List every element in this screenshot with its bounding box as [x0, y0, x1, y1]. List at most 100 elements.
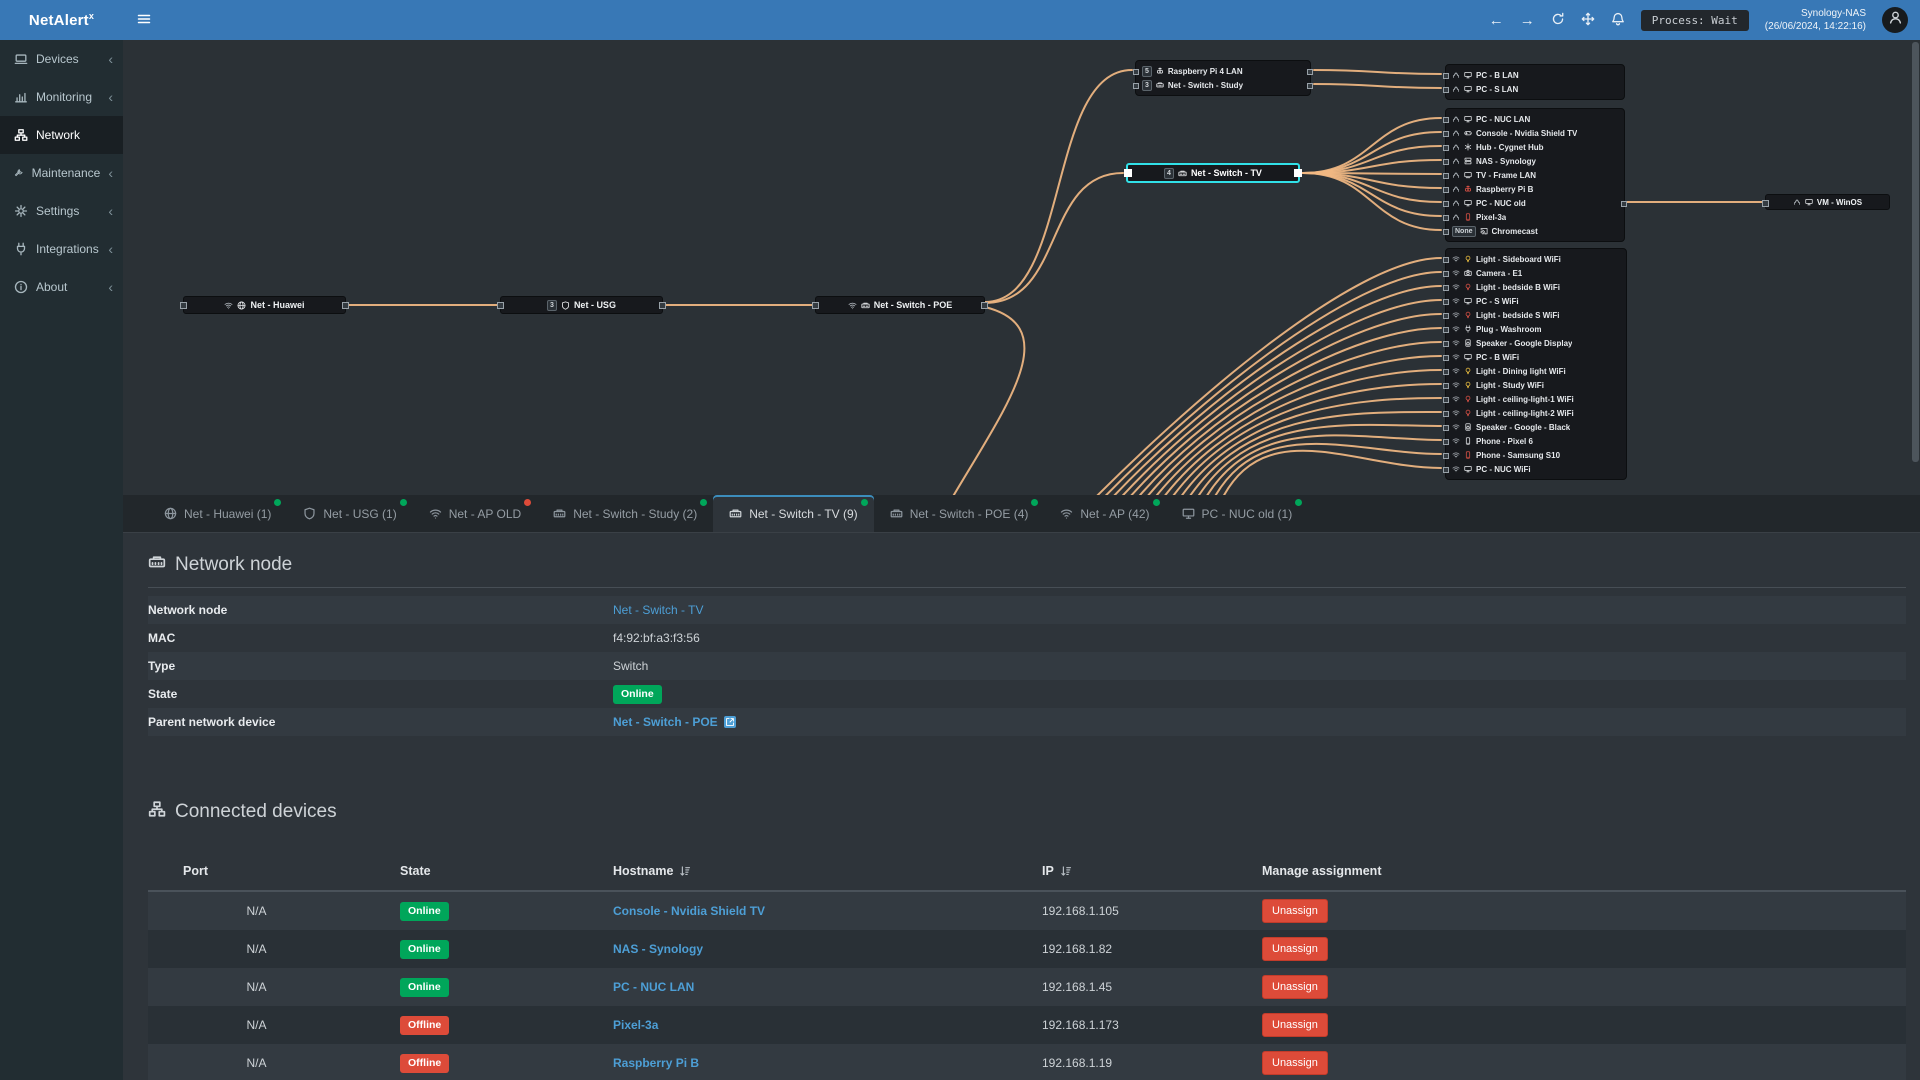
device-node-console-nvidia-shield-tv[interactable]: Console - Nvidia Shield TV	[1443, 126, 1624, 140]
port-badge: 4	[1164, 167, 1174, 179]
column-header-ip[interactable]: IP	[1042, 864, 1262, 878]
node-label: Chromecast	[1491, 226, 1538, 236]
nav-back-button[interactable]: ←	[1489, 13, 1504, 28]
tab-pc-nuc-old-1[interactable]: PC - NUC old (1)	[1166, 495, 1309, 532]
tab-net-huawei-1[interactable]: Net - Huawei (1)	[148, 495, 287, 532]
monitor-icon	[1464, 86, 1472, 93]
device-node-phone-pixel-6[interactable]: Phone - Pixel 6	[1443, 434, 1626, 448]
device-node-nas-synology[interactable]: NAS - Synology	[1443, 154, 1624, 168]
device-node-pc-s-wifi[interactable]: PC - S WiFi	[1443, 294, 1626, 308]
device-node-light-ceiling-light-1-wifi[interactable]: Light - ceiling-light-1 WiFi	[1443, 392, 1626, 406]
table-row-console-nvidia-shield-tv: N/A Online Console - Nvidia Shield TV 192.1…	[148, 892, 1906, 930]
device-node-pc-b-wifi[interactable]: PC - B WiFi	[1443, 350, 1626, 364]
column-header-hostname[interactable]: Hostname	[613, 864, 1042, 878]
hostname-link[interactable]: Raspberry Pi B	[613, 1056, 1042, 1070]
wifi-icon	[429, 509, 441, 519]
column-label: State	[400, 864, 431, 878]
bell-icon	[1611, 12, 1624, 25]
diagram-node-net-huawei[interactable]: Net - Huawei	[180, 296, 349, 314]
device-node-light-bedside-s-wifi[interactable]: Light - bedside S WiFi	[1443, 308, 1626, 322]
diagram-node-net-switch-tv[interactable]: 4 Net - Switch - TV	[1124, 163, 1302, 183]
sidebar-item-network[interactable]: Network	[0, 116, 123, 154]
tab-net-ap-42[interactable]: Net - AP (42)	[1044, 495, 1165, 532]
device-node-light-bedside-b-wifi[interactable]: Light - bedside B WiFi	[1443, 280, 1626, 294]
user-avatar[interactable]	[1882, 7, 1908, 33]
eth-icon	[1453, 72, 1459, 78]
device-node-pc-s-lan[interactable]: PC - S LAN	[1443, 82, 1624, 96]
hostname-link[interactable]: Pixel-3a	[613, 1018, 1042, 1032]
device-node-light-dining-light-wifi[interactable]: Light - Dining light WiFi	[1443, 364, 1626, 378]
page-scrollbar[interactable]	[1912, 42, 1919, 1078]
ip-cell: 192.168.1.82	[1042, 942, 1113, 956]
sidebar-item-settings[interactable]: Settings ‹	[0, 192, 123, 230]
diagram-node-vm-winos[interactable]: VM - WinOS	[1762, 194, 1890, 210]
wifi-icon	[1452, 410, 1460, 417]
device-node-light-ceiling-light-2-wifi[interactable]: Light - ceiling-light-2 WiFi	[1443, 406, 1626, 420]
device-node-raspberry-pi-4-lan[interactable]: 5 Raspberry Pi 4 LAN	[1133, 64, 1313, 78]
table-row-raspberry-pi-b: N/A Offline Raspberry Pi B 192.168.1.19 Unas…	[148, 1044, 1906, 1080]
device-node-camera-e1[interactable]: Camera - E1	[1443, 266, 1626, 280]
hostname-link[interactable]: PC - NUC LAN	[613, 980, 1042, 994]
sidebar-item-about[interactable]: About ‹	[0, 268, 123, 306]
detail-label: State	[148, 687, 178, 701]
hostname-link[interactable]: Console - Nvidia Shield TV	[613, 904, 1042, 918]
column-header-manage-assignment: Manage assignment	[1262, 864, 1906, 878]
detail-value-link[interactable]: Net - Switch - POE	[613, 715, 718, 729]
globe-icon	[164, 507, 177, 520]
wifi-icon	[1452, 256, 1460, 263]
device-node-pixel-3a[interactable]: Pixel-3a	[1443, 210, 1624, 224]
device-node-pc-nuc-lan[interactable]: PC - NUC LAN	[1443, 112, 1624, 126]
unassign-button[interactable]: Unassign	[1262, 975, 1328, 999]
node-label: Light - Dining light WiFi	[1476, 366, 1566, 376]
device-node-net-switch-study[interactable]: 3 Net - Switch - Study	[1133, 78, 1313, 92]
menu-toggle-button[interactable]	[123, 0, 165, 40]
device-node-pc-nuc-wifi[interactable]: PC - NUC WiFi	[1443, 462, 1626, 476]
extlink-icon	[725, 718, 734, 726]
tab-net-switch-study-2[interactable]: Net - Switch - Study (2)	[537, 495, 713, 532]
unassign-button[interactable]: Unassign	[1262, 937, 1328, 961]
device-node-chromecast[interactable]: None Chromecast	[1443, 224, 1624, 238]
device-node-phone-samsung-s10[interactable]: Phone - Samsung S10	[1443, 448, 1626, 462]
refresh-button[interactable]	[1551, 12, 1565, 29]
status-dot	[1295, 499, 1303, 506]
diagram-node-net-switch-poe[interactable]: Net - Switch - POE	[812, 296, 988, 314]
state-badge: Online	[400, 940, 449, 959]
process-status-badge[interactable]: Process: Wait	[1640, 9, 1749, 31]
app-logo[interactable]: NetAlertx	[0, 11, 123, 29]
eth-icon	[1453, 116, 1459, 122]
external-link-button[interactable]	[723, 716, 736, 728]
sidebar-item-devices[interactable]: Devices ‹	[0, 40, 123, 78]
device-node-tv-frame-lan[interactable]: TV - Frame LAN	[1443, 168, 1624, 182]
device-node-speaker-google-black[interactable]: Speaker - Google - Black	[1443, 420, 1626, 434]
hostname-link[interactable]: NAS - Synology	[613, 942, 1042, 956]
wifi-icon	[225, 302, 233, 309]
nav-forward-button[interactable]: →	[1520, 13, 1535, 28]
tab-net-switch-poe-4[interactable]: Net - Switch - POE (4)	[874, 495, 1045, 532]
node-label: PC - S WiFi	[1476, 296, 1519, 306]
tab-net-switch-tv-9[interactable]: Net - Switch - TV (9)	[713, 495, 874, 532]
device-node-speaker-google-display[interactable]: Speaker - Google Display	[1443, 336, 1626, 350]
diagram-node-net-usg[interactable]: 3 Net - USG	[497, 296, 666, 314]
detail-value-link[interactable]: Net - Switch - TV	[613, 603, 1906, 617]
sidebar-item-monitoring[interactable]: Monitoring ‹	[0, 78, 123, 116]
unassign-button[interactable]: Unassign	[1262, 1051, 1328, 1075]
unassign-button[interactable]: Unassign	[1262, 1013, 1328, 1037]
scrollbar-thumb[interactable]	[1912, 42, 1919, 462]
tab-net-ap-old[interactable]: Net - AP OLD	[413, 495, 537, 532]
node-label: Raspberry Pi B	[1476, 184, 1534, 194]
device-node-plug-washroom[interactable]: Plug - Washroom	[1443, 322, 1626, 336]
device-node-pc-nuc-old[interactable]: PC - NUC old	[1443, 196, 1627, 210]
notifications-bell-button[interactable]	[1611, 12, 1625, 29]
status-dot	[274, 499, 282, 506]
device-node-light-sideboard-wifi[interactable]: Light - Sideboard WiFi	[1443, 252, 1626, 266]
device-node-light-study-wifi[interactable]: Light - Study WiFi	[1443, 378, 1626, 392]
unassign-button[interactable]: Unassign	[1262, 899, 1328, 923]
device-node-raspberry-pi-b[interactable]: Raspberry Pi B	[1443, 182, 1624, 196]
sidebar-item-maintenance[interactable]: Maintenance ‹	[0, 154, 123, 192]
chevron-left-icon: ‹	[108, 241, 113, 257]
device-node-pc-b-lan[interactable]: PC - B LAN	[1443, 68, 1624, 82]
sidebar-item-integrations[interactable]: Integrations ‹	[0, 230, 123, 268]
tab-net-usg-1[interactable]: Net - USG (1)	[287, 495, 412, 532]
move-button[interactable]	[1581, 12, 1595, 29]
device-node-hub-cygnet-hub[interactable]: Hub - Cygnet Hub	[1443, 140, 1624, 154]
